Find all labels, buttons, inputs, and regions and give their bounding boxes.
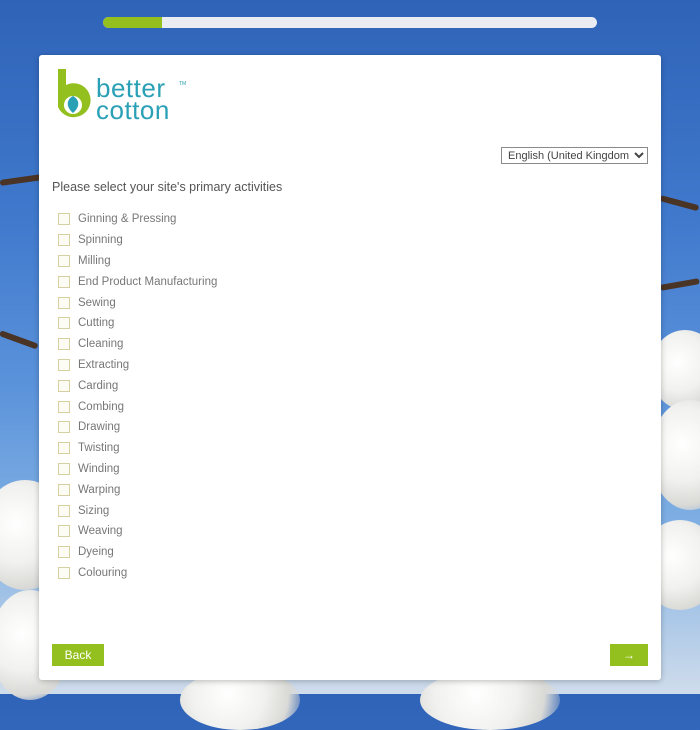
activity-option-label: Sewing <box>78 296 116 309</box>
activity-option[interactable]: Colouring <box>58 563 217 584</box>
better-cotton-logo: better cotton TM <box>52 67 186 125</box>
activity-option[interactable]: Dyeing <box>58 542 217 563</box>
cotton-leaf-icon <box>58 69 91 118</box>
checkbox[interactable] <box>58 566 70 579</box>
activity-option[interactable]: Extracting <box>58 355 217 376</box>
activity-option[interactable]: Combing <box>58 396 217 417</box>
activity-option[interactable]: Cleaning <box>58 334 217 355</box>
activity-option[interactable]: Weaving <box>58 521 217 542</box>
activity-option-label: Cutting <box>78 317 115 330</box>
trademark-mark: TM <box>179 81 187 87</box>
activity-option[interactable]: Sewing <box>58 292 217 313</box>
next-button[interactable]: → <box>610 644 648 666</box>
activity-option-label: End Product Manufacturing <box>78 275 218 288</box>
checkbox[interactable] <box>58 421 70 434</box>
checkbox[interactable] <box>58 525 70 538</box>
checkbox[interactable] <box>58 379 70 392</box>
activity-option[interactable]: Milling <box>58 251 217 272</box>
survey-card: better cotton TM English (United Kingdom… <box>39 55 661 680</box>
activity-option[interactable]: Sizing <box>58 500 217 521</box>
checkbox[interactable] <box>58 317 70 330</box>
activity-option-label: Dyeing <box>78 546 114 559</box>
activity-option[interactable]: Ginning & Pressing <box>58 209 217 230</box>
checkbox[interactable] <box>58 442 70 455</box>
activity-option-label: Spinning <box>78 234 123 247</box>
activity-option-label: Drawing <box>78 421 121 434</box>
checkbox[interactable] <box>58 296 70 309</box>
checkbox[interactable] <box>58 546 70 559</box>
activity-option[interactable]: Warping <box>58 479 217 500</box>
activity-option-label: Winding <box>78 462 120 475</box>
activity-option-label: Combing <box>78 400 125 413</box>
checkbox[interactable] <box>58 234 70 247</box>
activity-checkbox-list: Ginning & Pressing Spinning Milling End Pro… <box>58 209 217 583</box>
progress-bar <box>103 17 597 28</box>
activity-option-label: Warping <box>78 483 121 496</box>
checkbox[interactable] <box>58 254 70 267</box>
activity-option-label: Milling <box>78 254 111 267</box>
activity-option[interactable]: Twisting <box>58 438 217 459</box>
activity-option[interactable]: Spinning <box>58 230 217 251</box>
activity-option[interactable]: Drawing <box>58 417 217 438</box>
checkbox[interactable] <box>58 213 70 226</box>
activity-option-label: Carding <box>78 379 119 392</box>
checkbox[interactable] <box>58 504 70 517</box>
checkbox[interactable] <box>58 275 70 288</box>
activity-option[interactable]: Carding <box>58 375 217 396</box>
activity-option-label: Twisting <box>78 442 120 455</box>
back-button[interactable]: Back <box>52 644 104 666</box>
brand-line-2: cotton <box>96 95 170 125</box>
brand-wordmark: better cotton <box>96 75 170 125</box>
activity-option[interactable]: End Product Manufacturing <box>58 271 217 292</box>
checkbox[interactable] <box>58 358 70 371</box>
activity-option-label: Weaving <box>78 525 123 538</box>
activity-option-label: Extracting <box>78 358 130 371</box>
activity-option-label: Ginning & Pressing <box>78 213 177 226</box>
checkbox[interactable] <box>58 483 70 496</box>
checkbox[interactable] <box>58 400 70 413</box>
checkbox[interactable] <box>58 462 70 475</box>
checkbox[interactable] <box>58 338 70 351</box>
activity-option[interactable]: Cutting <box>58 313 217 334</box>
activity-option-label: Colouring <box>78 566 128 579</box>
activity-option[interactable]: Winding <box>58 459 217 480</box>
activity-option-label: Sizing <box>78 504 110 517</box>
language-select[interactable]: English (United Kingdom) <box>501 147 648 164</box>
activity-option-label: Cleaning <box>78 338 124 351</box>
progress-bar-fill <box>103 17 163 28</box>
question-prompt: Please select your site's primary activi… <box>52 180 283 194</box>
